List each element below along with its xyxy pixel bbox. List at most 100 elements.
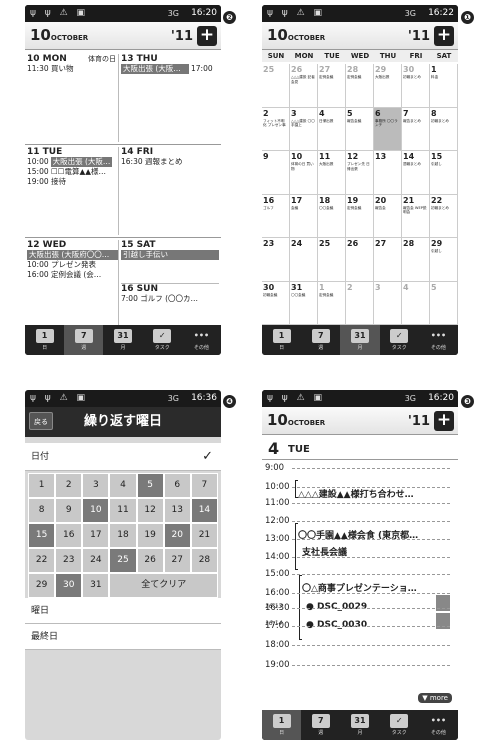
event-meeting[interactable]: △△△建設▲▲様打ち合わせ… (298, 487, 452, 500)
day-toggle-11[interactable]: 11 (109, 498, 137, 523)
month-day-cell[interactable]: 26 △△△建設 記者会見 (290, 64, 318, 108)
clear-all-button[interactable]: 全てクリア (109, 573, 218, 598)
day-toggle-22[interactable]: 22 (28, 548, 56, 573)
month-day-cell[interactable]: 3 △△△建設 〇〇手園上 (290, 107, 318, 151)
month-day-cell[interactable]: 25 (318, 238, 346, 282)
month-day-cell[interactable]: 28 定例会議 (346, 64, 374, 108)
month-day-cell[interactable]: 13 (374, 151, 402, 195)
tab-task[interactable]: ✓ タスク (380, 325, 419, 355)
month-day-cell[interactable]: 14 週報まとめ (402, 151, 430, 195)
month-day-cell[interactable]: 4 (402, 281, 430, 325)
weekday-option[interactable]: 曜日 (25, 598, 221, 624)
day-cell-thu[interactable]: 13 THU 大阪出張 (大阪… 17:00 (121, 54, 219, 142)
tab-week[interactable]: 7週 (301, 710, 340, 740)
day-toggle-3[interactable]: 3 (82, 473, 110, 498)
month-day-cell[interactable]: 1 料金 (430, 64, 458, 108)
month-day-cell[interactable]: 18 〇〇会議 (318, 194, 346, 238)
month-day-cell[interactable]: 28 (402, 238, 430, 282)
day-toggle-12[interactable]: 12 (136, 498, 164, 523)
month-day-cell[interactable]: 29 引越し (430, 238, 458, 282)
month-day-cell[interactable]: 8 初報まとめ (430, 107, 458, 151)
tab-task[interactable]: ✓ タスク (143, 325, 182, 355)
more-button[interactable]: ▼ more (418, 693, 452, 703)
month-day-cell[interactable]: 17 会議 (290, 194, 318, 238)
day-toggle-9[interactable]: 9 (55, 498, 83, 523)
tab-day[interactable]: 1日 (262, 325, 301, 355)
day-toggle-17[interactable]: 17 (82, 523, 110, 548)
day-cell-sat[interactable]: 15 SAT 引越し手伝い (121, 240, 219, 280)
add-event-button[interactable]: + (434, 411, 454, 431)
day-toggle-14[interactable]: 14 (190, 498, 218, 523)
month-day-cell[interactable]: 5 (430, 281, 458, 325)
day-toggle-10[interactable]: 10 (82, 498, 110, 523)
tab-more[interactable]: ••• その他 (419, 710, 458, 740)
month-day-cell[interactable]: 2 フィット不明化 プレゼン事 (262, 107, 290, 151)
month-day-cell[interactable]: 26 (346, 238, 374, 282)
day-toggle-8[interactable]: 8 (28, 498, 56, 523)
day-toggle-16[interactable]: 16 (55, 523, 83, 548)
day-toggle-19[interactable]: 19 (136, 523, 164, 548)
tab-week[interactable]: 7週 (64, 325, 104, 355)
month-day-cell[interactable]: 25 (262, 64, 290, 108)
month-day-cell[interactable]: 9 (262, 151, 290, 195)
tab-task[interactable]: ✓ タスク (380, 710, 419, 740)
month-day-cell[interactable]: 1 定例会議 (318, 281, 346, 325)
tab-more[interactable]: ••• その他 (419, 325, 458, 355)
month-day-cell[interactable]: 24 (290, 238, 318, 282)
month-day-cell[interactable]: 6 事務所 〇〇ランチ (374, 107, 402, 151)
month-day-cell[interactable]: 7 報告まとめ (402, 107, 430, 151)
day-cell-mon[interactable]: 10 MON 体育の日 11:30 買い物 (27, 54, 119, 142)
month-day-cell[interactable]: 30 初報会議 (262, 281, 290, 325)
day-toggle-26[interactable]: 26 (136, 548, 164, 573)
month-day-cell[interactable]: 2 (346, 281, 374, 325)
tab-day[interactable]: 1日 (25, 325, 64, 355)
day-toggle-6[interactable]: 6 (163, 473, 191, 498)
month-day-cell[interactable]: 23 (262, 238, 290, 282)
day-toggle-21[interactable]: 21 (190, 523, 218, 548)
day-toggle-1[interactable]: 1 (28, 473, 56, 498)
month-day-cell[interactable]: 30 初報まとめ (402, 64, 430, 108)
add-event-button[interactable]: + (434, 26, 454, 46)
day-toggle-23[interactable]: 23 (55, 548, 83, 573)
back-button[interactable]: 戻る (29, 412, 53, 430)
month-day-cell[interactable]: 15 引越し (430, 151, 458, 195)
photo-dsc0029[interactable]: ● DSC_0029 (306, 602, 367, 612)
day-toggle-4[interactable]: 4 (109, 473, 137, 498)
tab-month[interactable]: 31 月 (340, 710, 379, 740)
date-option[interactable]: 日付 ✓ (25, 443, 221, 471)
month-day-cell[interactable]: 10 体育の日 買い物 (290, 151, 318, 195)
day-toggle-7[interactable]: 7 (190, 473, 218, 498)
month-day-cell[interactable]: 27 (374, 238, 402, 282)
month-day-cell[interactable]: 5 報告会議 (346, 107, 374, 151)
month-day-cell[interactable]: 3 (374, 281, 402, 325)
day-toggle-13[interactable]: 13 (163, 498, 191, 523)
month-day-cell[interactable]: 31 〇〇会議 (290, 281, 318, 325)
tab-month[interactable]: 31 月 (103, 325, 142, 355)
last-day-option[interactable]: 最終日 (25, 624, 221, 650)
day-cell-wed[interactable]: 12 WED 大阪出張 (大阪府〇〇… 10:00 プレゼン発表 16:00 定例会議… (27, 240, 119, 325)
month-day-cell[interactable]: 21 報告会 WEP説明会 (402, 194, 430, 238)
month-day-cell[interactable]: 11 大阪出張 (318, 151, 346, 195)
day-cell-tue[interactable]: 11 TUE 10:00 大阪出張 (大阪… 15:00 ☐☐電算▲▲様… 19:00 … (27, 147, 119, 235)
day-toggle-27[interactable]: 27 (163, 548, 191, 573)
month-day-cell[interactable]: 16 ゴルフ (262, 194, 290, 238)
day-toggle-2[interactable]: 2 (55, 473, 83, 498)
day-toggle-31[interactable]: 31 (82, 573, 110, 598)
tab-more[interactable]: ••• その他 (182, 325, 221, 355)
day-toggle-30[interactable]: 30 (55, 573, 83, 598)
add-event-button[interactable]: + (197, 26, 217, 46)
day-toggle-5[interactable]: 5 (136, 473, 164, 498)
tab-week[interactable]: 7週 (301, 325, 340, 355)
tab-day[interactable]: 1日 (262, 710, 302, 740)
month-day-cell[interactable]: 20 報告会 (374, 194, 402, 238)
day-cell-sun[interactable]: 16 SUN 7:00 ゴルフ (〇〇カ… (121, 283, 219, 323)
day-toggle-25[interactable]: 25 (109, 548, 137, 573)
month-day-cell[interactable]: 22 初報まとめ (430, 194, 458, 238)
month-day-cell[interactable]: 4 日帰出張 (318, 107, 346, 151)
day-cell-fri[interactable]: 14 FRI 16:30 週報まとめ (121, 147, 219, 235)
day-toggle-18[interactable]: 18 (109, 523, 137, 548)
day-toggle-20[interactable]: 20 (163, 523, 191, 548)
photo-dsc0030[interactable]: ● DSC_0030 (306, 620, 367, 630)
day-toggle-24[interactable]: 24 (82, 548, 110, 573)
day-toggle-15[interactable]: 15 (28, 523, 56, 548)
